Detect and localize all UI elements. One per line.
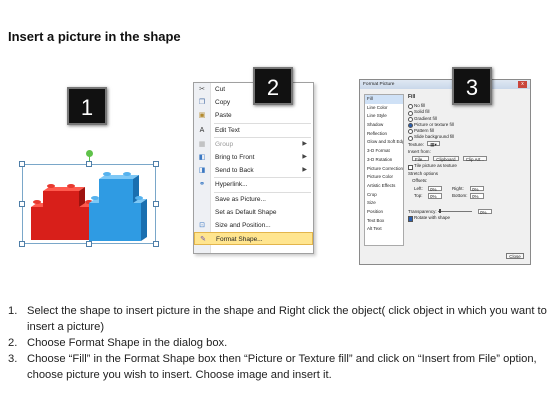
menu-item-group[interactable]: ▦ Group ▶ <box>194 138 313 151</box>
transparency-slider-thumb[interactable] <box>439 209 441 214</box>
send-back-icon: ◨ <box>198 167 206 175</box>
nav-item-glow[interactable]: Glow and Soft Edges <box>365 138 403 147</box>
texture-label: Texture: <box>408 141 425 147</box>
selected-shape-box[interactable] <box>19 161 159 247</box>
scissors-icon: ✂ <box>199 86 205 93</box>
nav-item-fill[interactable]: Fill <box>365 95 403 104</box>
instruction-step: 1. Select the shape to insert picture in … <box>8 305 547 333</box>
transparency-input[interactable]: 0% <box>478 208 492 215</box>
close-icon[interactable]: x <box>518 81 527 88</box>
bring-front-icon: ◧ <box>198 153 206 161</box>
instruction-step: 3. Choose “Fill” in the Format Shape box … <box>8 353 537 381</box>
transparency-slider[interactable] <box>438 211 472 213</box>
submenu-arrow-icon: ▶ <box>302 153 307 160</box>
texture-picker[interactable]: ▦▾ <box>427 140 440 147</box>
page-title: Insert a picture in the shape <box>8 29 181 44</box>
context-menu: ✂ Cut ❐ Copy ▣ Paste A Edit Text ▦ Group ▶ ◧ Br… <box>193 82 314 254</box>
menu-item-edit-text[interactable]: A Edit Text <box>194 124 313 137</box>
menu-item-set-default-shape[interactable]: Set as Default Shape <box>194 206 313 219</box>
step-badge-2: 2 <box>253 67 293 105</box>
offset-bottom-label: Bottom: <box>452 193 468 199</box>
nav-item-3d-format[interactable]: 3-D Format <box>365 147 403 156</box>
menu-item-bring-to-front[interactable]: ◧ Bring to Front ▶ <box>194 151 313 164</box>
instruction-step: 2. Choose Format Shape in the dialog box. <box>8 337 228 349</box>
nav-item-reflection[interactable]: Reflection <box>365 130 403 139</box>
nav-item-size[interactable]: Size <box>365 199 403 208</box>
hyperlink-icon: ⚭ <box>199 181 205 189</box>
menu-item-paste[interactable]: ▣ Paste <box>194 109 313 122</box>
texture-row: Texture: ▦▾ <box>408 140 526 149</box>
insert-clipboard-button[interactable]: Clipboard <box>433 155 459 162</box>
offset-top-label: Top: <box>414 193 423 199</box>
rotate-with-shape-checkbox[interactable]: Rotate with shape <box>408 215 526 223</box>
nav-item-line-style[interactable]: Line Style <box>365 112 403 121</box>
format-shape-icon: ✎ <box>200 236 206 244</box>
offsets-row-1: Left: 0% Right: 0% <box>408 185 526 193</box>
lego-blocks-picture <box>31 172 147 241</box>
step-badge-3: 3 <box>452 67 492 105</box>
nav-item-picture-color[interactable]: Picture Color <box>365 173 403 182</box>
offset-bottom-input[interactable]: 0% <box>470 193 484 199</box>
nav-item-alt-text[interactable]: Alt Text <box>365 225 403 234</box>
stretch-options-label: Stretch options <box>408 170 439 176</box>
offsets-label: Offsets: <box>412 178 428 184</box>
dialog-title: Format Picture <box>360 80 530 89</box>
transparency-row: Transparency: 0% <box>408 208 526 216</box>
menu-item-save-as-picture[interactable]: Save as Picture... <box>194 193 313 206</box>
nav-item-artistic-effects[interactable]: Artistic Effects <box>365 182 403 191</box>
offset-left-input[interactable]: 0% <box>428 185 442 192</box>
insert-file-button[interactable]: File... <box>412 155 430 162</box>
insert-buttons-row: File... Clipboard Clip Art... <box>408 155 526 164</box>
menu-item-size-and-position[interactable]: ⊡ Size and Position... <box>194 219 313 232</box>
paste-icon: ▣ <box>198 112 206 120</box>
nav-item-shadow[interactable]: Shadow <box>365 121 403 130</box>
menu-item-hyperlink[interactable]: ⚭ Hyperlink... <box>194 178 313 191</box>
menu-item-send-to-back[interactable]: ◨ Send to Back ▶ <box>194 164 313 177</box>
copy-icon: ❐ <box>198 99 206 107</box>
nav-item-text-box[interactable]: Text Box <box>365 217 403 226</box>
insert-clipart-button[interactable]: Clip Art... <box>462 155 488 162</box>
transparency-label: Transparency: <box>408 208 437 214</box>
size-position-icon: ⊡ <box>199 221 205 229</box>
offset-right-label: Right: <box>452 185 464 191</box>
submenu-arrow-icon: ▶ <box>302 140 307 147</box>
offsets-row-2: Top: 0% Bottom: 0% <box>408 192 526 200</box>
dialog-close-button[interactable]: Close <box>506 252 524 259</box>
group-icon: ▦ <box>198 140 206 148</box>
nav-item-line-color[interactable]: Line Color <box>365 104 403 113</box>
insert-from-label: Insert from: <box>408 149 431 155</box>
nav-item-3d-rotation[interactable]: 3-D Rotation <box>365 156 403 165</box>
submenu-arrow-icon: ▶ <box>302 167 307 174</box>
offset-left-label: Left: <box>414 185 423 191</box>
offset-top-input[interactable]: 0% <box>428 193 442 199</box>
nav-item-crop[interactable]: Crop <box>365 191 403 200</box>
nav-item-position[interactable]: Position <box>365 208 403 217</box>
edit-text-icon: A <box>199 126 205 134</box>
step-badge-1: 1 <box>67 87 107 125</box>
nav-item-picture-corrections[interactable]: Picture Corrections <box>365 165 403 174</box>
dialog-fill-panel: Fill No fill Solid fill Gradient fill Pi… <box>408 94 526 246</box>
instructions-list: 1. Select the shape to insert picture in … <box>8 303 556 383</box>
format-picture-dialog: Format Picture x Fill Line Color Line St… <box>359 79 531 265</box>
menu-item-format-shape[interactable]: ✎ Format Shape... <box>194 232 313 246</box>
dialog-nav-list: Fill Line Color Line Style Shadow Reflec… <box>364 94 404 246</box>
offset-right-input[interactable]: 0% <box>470 185 484 192</box>
